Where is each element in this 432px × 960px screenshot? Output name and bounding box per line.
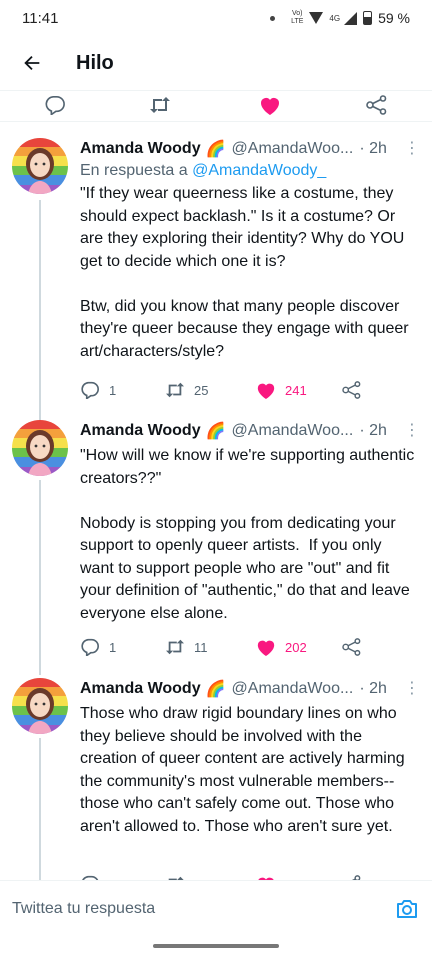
tweet-header: Amanda Woody 🌈 @AmandaWoo... · 2h <box>80 678 418 700</box>
reply-count: 1 <box>109 382 117 398</box>
reply-icon <box>45 96 65 115</box>
page-title: Hilo <box>76 51 114 74</box>
status-time: 11:41 <box>22 9 59 27</box>
retweet-count: 11 <box>194 639 208 655</box>
battery-icon <box>363 11 373 25</box>
reply-icon <box>81 638 99 656</box>
tweet-header: Amanda Woody 🌈 @AmandaWoo... · 2h <box>80 138 418 160</box>
reply-icon <box>81 381 99 399</box>
author-handle[interactable]: @AmandaWoo... <box>232 680 354 698</box>
heart-filled-icon <box>257 640 275 657</box>
notification-dot-icon <box>270 15 276 21</box>
author-name[interactable]: Amanda Woody <box>80 422 201 440</box>
share-icon <box>366 95 387 115</box>
avatar[interactable] <box>12 678 68 734</box>
share-button[interactable] <box>342 635 362 659</box>
tweet-actions: 1 11 202 <box>80 635 380 657</box>
tweet-header: Amanda Woody 🌈 @AmandaWoo... · 2h <box>80 420 418 442</box>
top-app-bar: Hilo <box>0 36 432 90</box>
volte-icon: Vo) LTE <box>291 10 304 25</box>
like-count: 202 <box>285 639 307 655</box>
more-options-icon[interactable]: ⋮ <box>404 138 420 158</box>
status-icons: Vo) LTE 4G 59 % <box>270 10 410 26</box>
like-button[interactable] <box>258 93 282 117</box>
author-name[interactable]: Amanda Woody <box>80 680 201 698</box>
back-arrow-icon <box>24 55 40 71</box>
more-options-icon[interactable]: ⋮ <box>404 420 420 440</box>
reply-context: En respuesta a @AmandaWoody_ <box>80 162 418 180</box>
reply-prefix: En respuesta a <box>80 162 193 179</box>
wifi-icon <box>309 12 324 24</box>
avatar-image <box>12 138 68 194</box>
tweet-time: · 2h <box>359 140 387 157</box>
network-type: 4G <box>329 13 341 23</box>
rainbow-emoji: 🌈 <box>205 141 226 158</box>
author-name[interactable]: Amanda Woody <box>80 140 201 158</box>
tweet-text: Those who draw rigid boundary lines on w… <box>80 705 410 835</box>
status-bar: 11:41 Vo) LTE 4G 59 % <box>0 0 432 36</box>
previous-tweet-actions <box>0 90 432 122</box>
tweet-3[interactable]: Amanda Woody 🌈 @AmandaWoo... · 2h ⋮ Thos… <box>0 678 432 894</box>
rainbow-emoji: 🌈 <box>205 681 226 698</box>
retweet-icon <box>166 639 184 655</box>
author-handle[interactable]: @AmandaWoo... <box>232 140 354 158</box>
retweet-button[interactable] <box>148 93 172 117</box>
back-button[interactable] <box>0 36 64 90</box>
avatar[interactable] <box>12 420 68 476</box>
reply-button[interactable]: 1 <box>80 378 116 402</box>
avatar[interactable] <box>12 138 68 194</box>
share-button[interactable] <box>342 378 362 402</box>
retweet-icon <box>150 97 170 113</box>
retweet-button[interactable]: 11 <box>164 635 208 659</box>
reply-mention-link[interactable]: @AmandaWoody_ <box>192 162 326 179</box>
tweet-time: · 2h <box>359 422 387 439</box>
tweet-time: · 2h <box>359 680 387 697</box>
reply-composer[interactable]: Twittea tu respuesta <box>0 880 432 936</box>
tweet-1[interactable]: Amanda Woody 🌈 @AmandaWoo... · 2h ⋮ En r… <box>0 138 432 410</box>
tweet-text: "If they wear queerness like a costume, … <box>80 185 409 360</box>
reply-count: 1 <box>109 639 117 655</box>
share-icon <box>342 381 361 399</box>
gesture-nav-handle[interactable] <box>153 944 279 948</box>
avatar-image <box>12 678 68 734</box>
heart-filled-icon <box>257 383 275 400</box>
share-button[interactable] <box>366 93 388 117</box>
tweet-text: "How will we know if we're supporting au… <box>80 447 415 622</box>
avatar-image <box>12 420 68 476</box>
battery-level: 59 % <box>378 10 410 26</box>
author-handle[interactable]: @AmandaWoo... <box>232 422 354 440</box>
share-icon <box>342 638 361 656</box>
like-count: 241 <box>285 382 307 398</box>
camera-icon[interactable] <box>394 896 420 922</box>
retweet-count: 25 <box>194 382 209 398</box>
retweet-icon <box>166 382 184 398</box>
rainbow-emoji: 🌈 <box>205 423 226 440</box>
like-button[interactable]: 202 <box>255 635 307 659</box>
reply-button[interactable]: 1 <box>80 635 116 659</box>
signal-icon <box>344 11 358 25</box>
retweet-button[interactable]: 25 <box>164 378 208 402</box>
tweet-2[interactable]: Amanda Woody 🌈 @AmandaWoo... · 2h ⋮ "How… <box>0 420 432 665</box>
tweet-actions: 1 25 241 <box>80 378 380 400</box>
more-options-icon[interactable]: ⋮ <box>404 678 420 698</box>
reply-button[interactable] <box>44 93 66 117</box>
reply-input[interactable]: Twittea tu respuesta <box>12 900 394 918</box>
heart-filled-icon <box>261 98 279 115</box>
like-button[interactable]: 241 <box>255 378 307 402</box>
